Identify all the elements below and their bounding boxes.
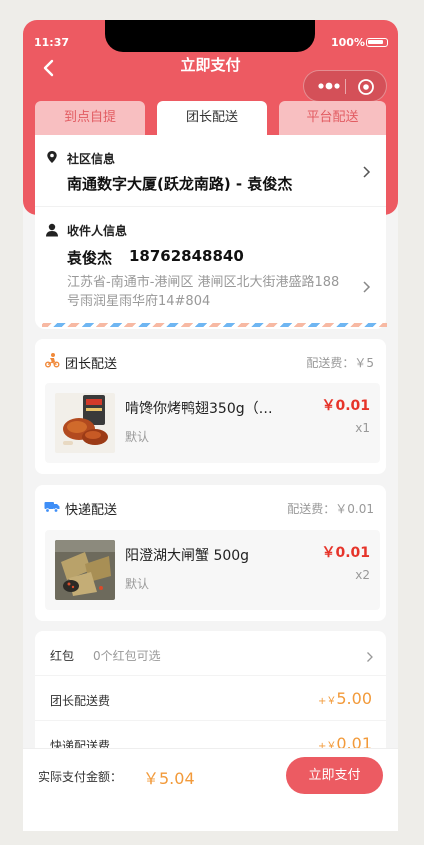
receiver-name: 袁俊杰: [67, 249, 113, 267]
express-delivery-card: 快递配送 配送费：￥0.01 阳澄湖大闸蟹 500g 默认 ￥0.01 x2: [35, 485, 386, 621]
payment-footer: 实际支付金额： ￥5.04 立即支付: [23, 748, 398, 831]
product-name: 阳澄湖大闸蟹 500g: [125, 548, 250, 564]
product-spec: 默认: [125, 430, 150, 444]
fee-value: 5.00: [336, 689, 372, 708]
tab-leader-delivery[interactable]: 团长配送: [157, 101, 267, 135]
leader-fee-label: 团长配送费: [50, 694, 111, 708]
receiver-address: 江苏省-南通市-港闸区 港闸区北大街港盛路188号雨润星雨华府14#804: [67, 275, 340, 309]
person-icon: [45, 222, 59, 237]
delivery-person-icon: [44, 352, 60, 368]
more-dots-icon[interactable]: [314, 78, 344, 94]
product-quantity: x2: [355, 568, 370, 582]
product-spec: 默认: [125, 577, 150, 591]
chevron-right-icon: [362, 279, 372, 293]
product-price: ￥0.01: [321, 545, 370, 561]
product-image-duck-wings: [55, 393, 115, 453]
total-label: 实际支付金额：: [38, 770, 123, 784]
envelope-stripe-divider: [42, 323, 387, 327]
pay-now-button[interactable]: 立即支付: [286, 757, 383, 794]
close-target-icon[interactable]: [357, 78, 375, 96]
product-image-hairy-crab: [55, 540, 115, 600]
chevron-right-icon: [362, 164, 372, 178]
tab-platform-delivery[interactable]: 平台配送: [279, 101, 386, 135]
community-row[interactable]: 社区信息 南通数字大厦(跃龙南路) - 袁俊杰: [35, 135, 386, 207]
address-card: 社区信息 南通数字大厦(跃龙南路) - 袁俊杰 收件人信息 袁俊杰 187628…: [35, 135, 386, 329]
product-item[interactable]: 阳澄湖大闸蟹 500g 默认 ￥0.01 x2: [45, 530, 380, 610]
receiver-label: 收件人信息: [67, 224, 128, 238]
delivery-tabs: 到点自提 团长配送 平台配送: [35, 101, 386, 135]
truck-icon: [44, 498, 60, 514]
leader-fee-row: 团长配送费 +￥5.00: [35, 676, 386, 721]
receiver-row[interactable]: 收件人信息 袁俊杰 18762848840 江苏省-南通市-港闸区 港闸区北大街…: [35, 207, 386, 329]
notch: [105, 20, 315, 52]
leader-fee-amount: +￥5.00: [318, 689, 372, 708]
chevron-right-icon: [366, 648, 374, 662]
community-value: 南通数字大厦(跃龙南路) - 袁俊杰: [67, 175, 293, 193]
total-amount: ￥5.04: [143, 769, 195, 788]
tab-self-pickup[interactable]: 到点自提: [35, 101, 145, 135]
product-price: ￥0.01: [321, 398, 370, 414]
red-packet-row[interactable]: 红包 0个红包可选: [35, 631, 386, 676]
currency-prefix: +￥: [317, 696, 337, 707]
battery-percent: 100%: [331, 36, 365, 49]
red-packet-hint: 0个红包可选: [93, 649, 161, 663]
leader-delivery-card: 团长配送 配送费：￥5 啃馋你烤鸭翅350g（… 默认 ￥0.01 x1: [35, 339, 386, 474]
product-item[interactable]: 啃馋你烤鸭翅350g（… 默认 ￥0.01 x1: [45, 383, 380, 463]
product-quantity: x1: [355, 421, 370, 435]
product-name: 啃馋你烤鸭翅350g（…: [125, 401, 273, 417]
mini-program-capsule: [303, 70, 387, 102]
receiver-phone: 18762848840: [129, 247, 244, 265]
red-packet-label: 红包: [50, 649, 75, 663]
community-label: 社区信息: [67, 152, 116, 166]
phone-screen: 11:37 100% 立即支付 到点自提 团长配送 平台配送 社区信息 南通数字…: [23, 20, 398, 831]
battery-icon: [366, 38, 388, 47]
status-time: 11:37: [34, 36, 70, 49]
group-fee: 配送费：￥0.01: [287, 502, 374, 516]
group-title: 团长配送: [65, 357, 118, 372]
location-pin-icon: [45, 149, 59, 163]
capsule-divider: [345, 79, 346, 94]
group-title: 快递配送: [65, 503, 118, 518]
group-fee: 配送费：￥5: [306, 356, 374, 370]
